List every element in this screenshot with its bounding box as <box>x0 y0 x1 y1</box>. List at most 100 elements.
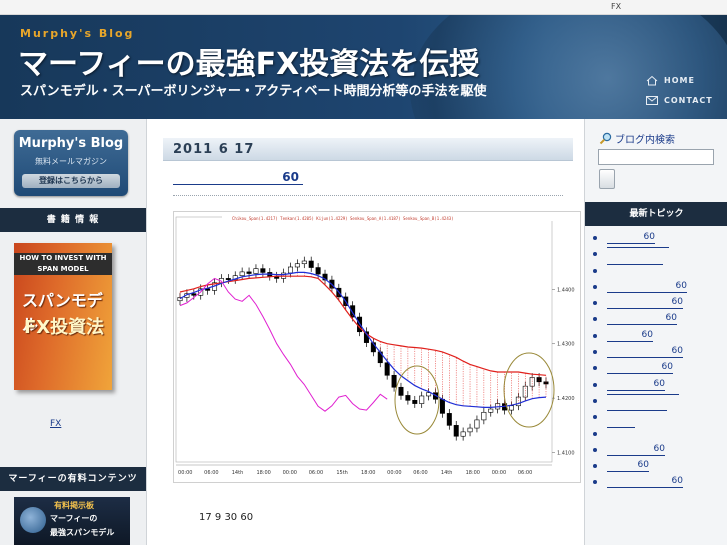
paid-board-banner[interactable]: 有料掲示板 マーフィーの 最強スパンモデル <box>14 497 130 545</box>
chart-svg: Chikou_Span(1.4217) Tenkan(1.4205) Kijun… <box>175 214 578 476</box>
x-tick-label: 15th <box>336 470 348 476</box>
topic-item[interactable]: 60 <box>593 378 723 394</box>
top-bar: FX <box>0 0 727 15</box>
y-tick-label: 1.4400 <box>557 287 575 293</box>
blog-subtitle: スパンモデル・スーパーボリンジャー・アクティベート時間分析等の手法を駆使 <box>20 84 487 99</box>
topic-item[interactable]: 60 <box>593 296 723 312</box>
book-link[interactable]: FX <box>12 419 75 429</box>
nav-contact[interactable]: CONTACT <box>646 96 713 105</box>
topic-item[interactable]: 60 <box>593 329 723 345</box>
mail-magazine-banner[interactable]: Murphy's Blog 無料メールマガジン 登録はこちらから <box>14 130 128 196</box>
topic-link[interactable] <box>607 393 679 395</box>
left-sidebar: Murphy's Blog 無料メールマガジン 登録はこちらから 書 籍 情 報… <box>0 119 147 545</box>
x-tick-label: 06:00 <box>413 470 427 476</box>
indicator-legend-text: Chikou_Span(1.4217) Tenkan(1.4205) Kijun… <box>232 216 454 221</box>
topic-link[interactable]: 60 <box>607 443 665 456</box>
topic-link[interactable] <box>607 247 669 249</box>
candle-body <box>426 392 432 397</box>
candle-body <box>405 395 411 401</box>
topic-link[interactable]: 60 <box>607 329 653 342</box>
topic-item[interactable]: 60 <box>593 312 723 328</box>
candle-body <box>384 362 390 376</box>
topic-item[interactable] <box>593 247 723 263</box>
y-tick-label: 1.4300 <box>557 342 575 348</box>
candle-body <box>412 400 418 404</box>
book-title-fx: FX投資法 <box>24 317 105 338</box>
topic-item[interactable]: 60 <box>593 361 723 377</box>
blog-header: Murphy's Blog マーフィーの最強FX投資法を伝授 スパンモデル・スー… <box>0 15 727 119</box>
topic-item[interactable]: 60 <box>593 475 723 491</box>
blog-search-input[interactable] <box>598 149 714 165</box>
topic-item[interactable] <box>593 263 723 280</box>
topic-item[interactable]: 60 <box>593 231 723 247</box>
topic-item[interactable]: 60 <box>593 443 723 459</box>
y-ticks-layer: 1.4400 1.4300 1.4200 1.4100 <box>552 287 575 457</box>
topic-item[interactable]: 60 <box>593 280 723 296</box>
topic-link[interactable]: 60 <box>607 475 683 489</box>
post-date: 2011 6 17 <box>173 142 255 157</box>
forex-chart-image[interactable]: Chikou_Span(1.4217) Tenkan(1.4205) Kijun… <box>173 211 581 483</box>
candle-body <box>460 431 466 437</box>
candle-body <box>467 427 473 433</box>
candle-body <box>315 267 321 275</box>
book-band-text: HOW TO INVEST WITH SPAN MODEL <box>14 253 112 275</box>
blog-title[interactable]: マーフィーの最強FX投資法を伝授 <box>18 39 479 83</box>
nav-home[interactable]: HOME <box>646 75 695 86</box>
post-body-text: 17 9 30 60 <box>199 512 254 523</box>
topic-link[interactable] <box>607 426 635 428</box>
x-tick-label: 18:00 <box>361 470 375 476</box>
mail-magazine-title: Murphy's Blog <box>18 136 124 151</box>
topic-link[interactable]: 60 <box>607 361 673 375</box>
x-tick-label: 14th <box>232 470 244 476</box>
x-ticks-layer: 00:00 06:00 14th 18:00 00:00 06:00 15th 18:00 00… <box>178 470 532 476</box>
x-tick-label: 00:00 <box>492 470 506 476</box>
topic-link[interactable] <box>607 263 663 265</box>
candle-body <box>308 260 314 268</box>
x-tick-label: 14th <box>441 470 453 476</box>
topic-item[interactable] <box>593 410 723 426</box>
book-cover-image[interactable]: HOW TO INVEST WITH SPAN MODEL スパンモデル FX投… <box>14 243 112 390</box>
mail-magazine-register-button[interactable]: 登録はこちらから <box>22 174 120 188</box>
y-tick-label: 1.4100 <box>557 451 575 457</box>
topic-item[interactable]: 60 <box>593 459 723 475</box>
topbar-fx-link[interactable]: FX <box>611 2 621 11</box>
topic-link[interactable]: 60 <box>607 459 649 473</box>
mail-icon <box>646 96 658 105</box>
candle-body <box>439 398 445 414</box>
nav-home-label: HOME <box>664 76 695 85</box>
main-content: 2011 6 17 60 Chikou_Span(1.4217) Tenkan(… <box>147 119 583 545</box>
x-tick-label: 00:00 <box>387 470 401 476</box>
candle-body <box>246 271 252 274</box>
search-icon <box>599 132 612 145</box>
candle-body <box>191 293 197 296</box>
candle-body <box>488 408 494 413</box>
paid-banner-line2: マーフィーの <box>50 514 98 523</box>
candle-body <box>287 266 293 274</box>
candle-body <box>239 271 245 276</box>
blog-search-button[interactable] <box>599 169 615 189</box>
topic-item[interactable]: 60 <box>593 345 723 361</box>
right-sidebar: ブログ内検索 最新トピック 60 60 60 60 60 60 60 60 60… <box>584 119 727 545</box>
latest-topics-heading: 最新トピック <box>585 202 727 226</box>
x-tick-label: 18:00 <box>466 470 480 476</box>
topic-link[interactable]: 60 <box>607 312 677 326</box>
y-tick-label: 1.4200 <box>557 396 575 402</box>
topic-link[interactable]: 60 <box>607 296 683 310</box>
nav-contact-label: CONTACT <box>664 96 713 105</box>
candle-body <box>508 405 514 411</box>
candle-body <box>225 278 231 280</box>
post-date-bar: 2011 6 17 <box>163 138 573 161</box>
topic-link[interactable]: 60 <box>607 345 683 359</box>
topic-link[interactable]: 60 <box>607 280 687 293</box>
topic-link[interactable]: 60 <box>607 378 665 391</box>
topic-item[interactable] <box>593 426 723 443</box>
topic-link[interactable]: 60 <box>607 231 655 244</box>
book-link-label: FX <box>50 419 62 429</box>
candle-body <box>260 268 266 273</box>
mail-magazine-subtitle: 無料メールマガジン <box>35 157 107 166</box>
topic-link[interactable] <box>607 410 667 412</box>
post-title-link[interactable]: 60 <box>173 170 303 185</box>
x-tick-label: 18:00 <box>256 470 270 476</box>
topic-item[interactable] <box>593 393 723 410</box>
globe-icon <box>20 507 46 533</box>
